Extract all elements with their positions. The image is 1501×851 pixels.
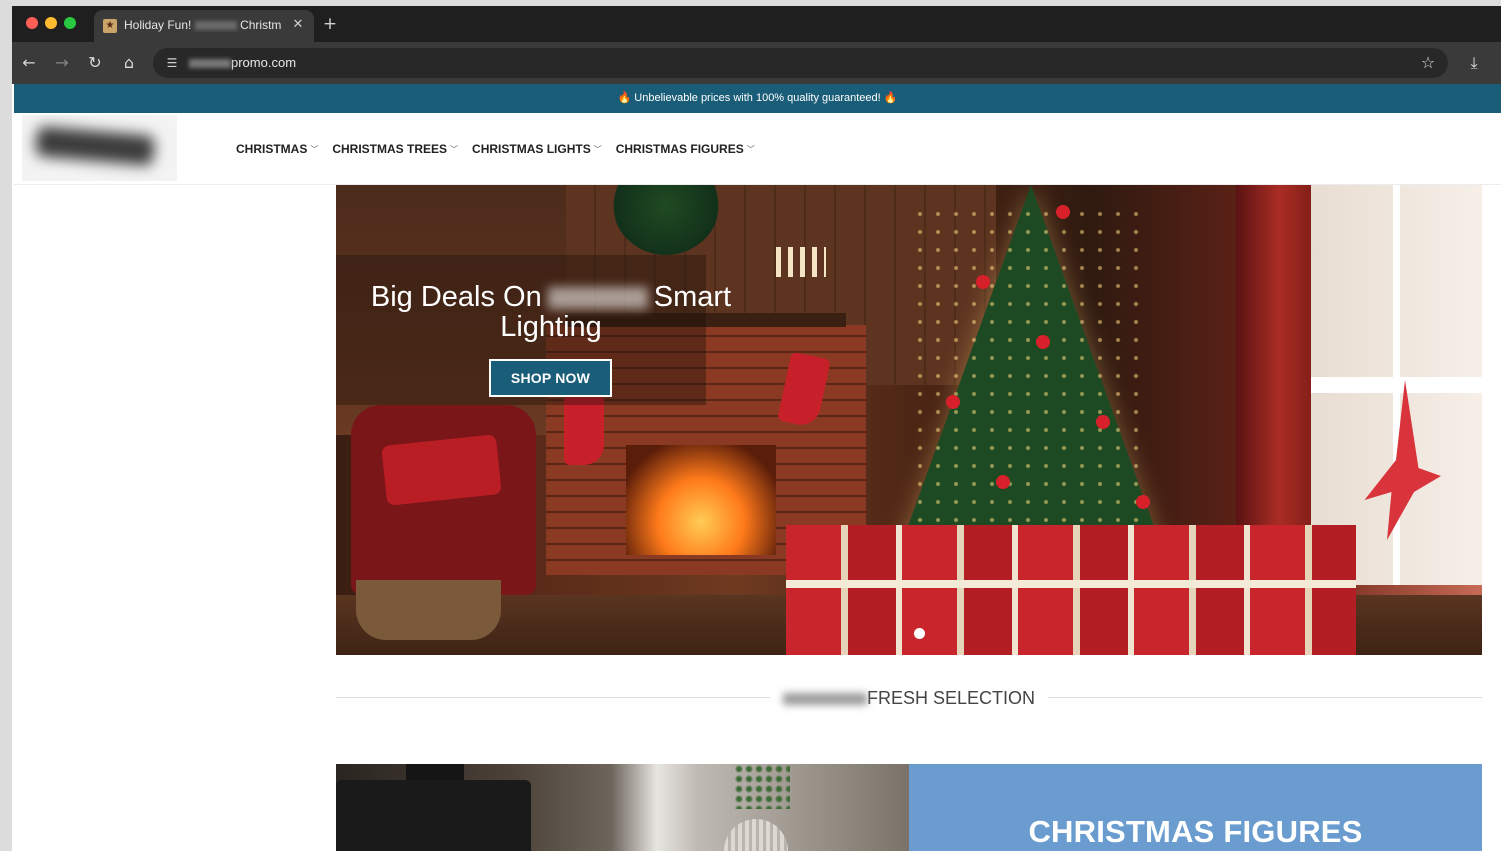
fire-image bbox=[626, 445, 776, 555]
redacted-logo bbox=[34, 125, 156, 167]
main-nav: CHRISTMAS ﹀ CHRISTMAS TREES ﹀ CHRISTMAS LI… bbox=[236, 142, 755, 156]
redacted-brand bbox=[194, 21, 237, 31]
nav-item-label: CHRISTMAS bbox=[236, 142, 308, 156]
gift-boxes-image bbox=[786, 525, 1356, 655]
redacted-brand bbox=[189, 59, 231, 69]
site-favicon-icon: ★ bbox=[103, 19, 117, 33]
url-suffix: promo.com bbox=[231, 55, 297, 70]
slider-dot[interactable] bbox=[914, 628, 925, 639]
browser-toolbar: ← → ↻ ⌂ ☰ promo.com ☆ ⤓ bbox=[12, 42, 1501, 84]
hero-banner[interactable]: Big Deals On Smart Lighting SHOP NOW bbox=[336, 185, 1482, 655]
download-icon[interactable]: ⤓ bbox=[1462, 51, 1486, 75]
announcement-text: 🔥 Unbelievable prices with 100% quality … bbox=[617, 92, 898, 104]
reindeer-pillow-image bbox=[381, 434, 502, 506]
chevron-down-icon: ﹀ bbox=[310, 144, 319, 154]
section-title: FRESH SELECTION bbox=[782, 688, 1036, 708]
wood-stove-image bbox=[336, 780, 531, 851]
browser-window: ★ Holiday Fun! Christm ✕ + ← → ↻ ⌂ ☰ pro… bbox=[12, 6, 1501, 851]
chevron-down-icon: ﹀ bbox=[450, 144, 459, 154]
announcement-bar: 🔥 Unbelievable prices with 100% quality … bbox=[14, 84, 1501, 113]
nav-item-label: CHRISTMAS LIGHTS bbox=[472, 142, 591, 156]
site-logo[interactable] bbox=[22, 115, 177, 181]
nav-item-christmas[interactable]: CHRISTMAS ﹀ bbox=[236, 142, 318, 156]
chevron-down-icon: ﹀ bbox=[746, 144, 755, 154]
back-arrow-icon[interactable]: ← bbox=[17, 51, 41, 75]
ornament-image bbox=[1096, 415, 1110, 429]
pine-branch-image bbox=[734, 764, 790, 809]
browser-tab[interactable]: ★ Holiday Fun! Christm ✕ bbox=[94, 10, 314, 42]
nav-item-christmas-figures[interactable]: CHRISTMAS FIGURES ﹀ bbox=[616, 142, 755, 156]
nav-item-christmas-trees[interactable]: CHRISTMAS TREES ﹀ bbox=[332, 142, 458, 156]
tab-title: Holiday Fun! Christm bbox=[124, 18, 282, 32]
forward-arrow-icon[interactable]: → bbox=[50, 51, 74, 75]
nav-item-label: CHRISTMAS TREES bbox=[332, 142, 448, 156]
ornament-image bbox=[946, 395, 960, 409]
shop-now-button[interactable]: SHOP NOW bbox=[489, 359, 612, 397]
category-title: CHRISTMAS FIGURES bbox=[1028, 814, 1363, 849]
address-bar[interactable]: ☰ promo.com ☆ bbox=[153, 48, 1448, 78]
plus-icon[interactable]: + bbox=[320, 14, 340, 34]
ornament-image bbox=[1056, 205, 1070, 219]
home-icon[interactable]: ⌂ bbox=[117, 51, 141, 75]
hero-title-start: Big Deals On bbox=[370, 281, 542, 313]
armchair-image bbox=[351, 405, 536, 595]
ornament-image bbox=[1036, 335, 1050, 349]
close-window-button[interactable] bbox=[26, 17, 38, 29]
tab-title-prefix: Holiday Fun! bbox=[124, 18, 192, 32]
category-tile-photo[interactable] bbox=[336, 764, 909, 851]
tab-bar: ★ Holiday Fun! Christm ✕ + bbox=[12, 6, 1501, 42]
url-text[interactable]: promo.com bbox=[189, 55, 296, 70]
section-title-text: FRESH SELECTION bbox=[866, 688, 1036, 708]
minimize-window-button[interactable] bbox=[45, 17, 57, 29]
chevron-down-icon: ﹀ bbox=[593, 144, 602, 154]
ornament-image bbox=[1136, 495, 1150, 509]
nav-item-label: CHRISTMAS FIGURES bbox=[615, 142, 744, 156]
ornament-image bbox=[976, 275, 990, 289]
nav-item-christmas-lights[interactable]: CHRISTMAS LIGHTS ﹀ bbox=[472, 142, 602, 156]
gift-ribbon-image bbox=[786, 580, 1356, 588]
tune-icon[interactable]: ☰ bbox=[161, 52, 183, 74]
close-icon[interactable]: ✕ bbox=[290, 17, 306, 33]
redacted-brand bbox=[782, 693, 867, 706]
zoom-window-button[interactable] bbox=[64, 17, 76, 29]
knit-hat-image bbox=[724, 819, 788, 851]
candles-image bbox=[776, 247, 826, 277]
ornament-image bbox=[996, 475, 1010, 489]
section-heading: FRESH SELECTION bbox=[770, 686, 1048, 710]
star-icon[interactable]: ☆ bbox=[1416, 51, 1440, 75]
reload-icon[interactable]: ↻ bbox=[83, 51, 107, 75]
tab-title-suffix: Christm bbox=[240, 18, 282, 32]
redacted-brand bbox=[547, 287, 648, 310]
stocking-image bbox=[564, 395, 604, 465]
category-tile-christmas-figures[interactable]: CHRISTMAS FIGURES bbox=[909, 764, 1482, 851]
hero-title: Big Deals On Smart Lighting bbox=[336, 282, 766, 342]
ornament-basket-image bbox=[356, 580, 501, 640]
site-header: CHRISTMAS ﹀ CHRISTMAS TREES ﹀ CHRISTMAS LI… bbox=[14, 113, 1501, 185]
